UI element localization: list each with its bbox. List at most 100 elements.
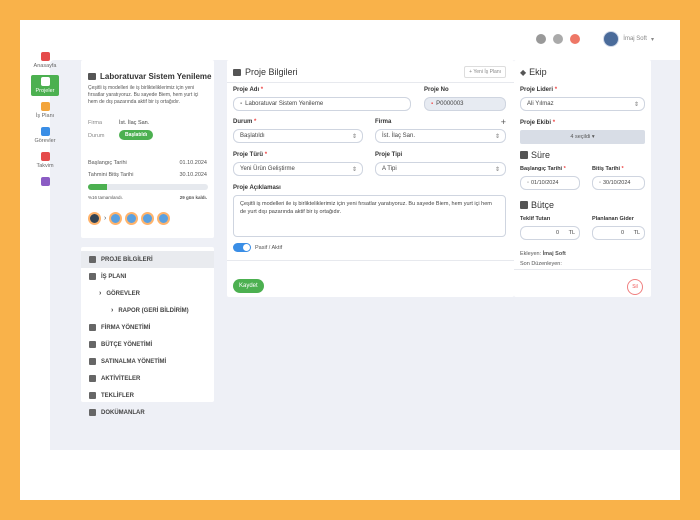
durum-label: Durum: [88, 133, 105, 139]
proje-adi-value: Laboratuvar Sistem Yenileme: [245, 101, 324, 107]
briefcase-icon: [89, 256, 96, 263]
bas-label: Başlangıç Tarihi: [520, 166, 563, 172]
lider-value: Ali Yılmaz: [527, 101, 554, 107]
sure-title: Süre: [531, 150, 551, 160]
menu-label: RAPOR (GERİ BİLDİRİM): [118, 307, 189, 314]
nav-item-home[interactable]: Anasayfa: [31, 50, 59, 71]
team-member-avatar: [141, 212, 155, 225]
proje-no-value: P0000003: [436, 101, 464, 107]
proje-no-input[interactable]: ▪ P0000003: [424, 97, 506, 111]
team-icon: ◆: [520, 67, 527, 77]
help-icon[interactable]: [553, 34, 563, 44]
bit-date-input[interactable]: ▫ 30/10/2024: [592, 176, 645, 190]
calendar-icon: ▫: [527, 180, 529, 186]
durum-value: Başlatıldı: [240, 133, 265, 139]
top-bar: İmaj Soft ▾: [20, 20, 680, 60]
menu-item-is-plani[interactable]: İŞ PLANI: [81, 268, 214, 285]
new-plan-button[interactable]: + Yeni İş Planı: [464, 66, 506, 78]
divider: [514, 269, 651, 270]
active-toggle[interactable]: [233, 243, 251, 252]
menu-item-gorevler[interactable]: › GÖREVLER: [81, 285, 214, 302]
divider: [227, 82, 514, 83]
menu-label: DOKÜMANLAR: [101, 409, 145, 416]
workplan-icon: [40, 102, 50, 111]
durum-select[interactable]: Başlatıldı ⇕: [233, 129, 363, 143]
projects-icon: [40, 77, 50, 86]
summary-description: Çeşitli iş modelleri ile iş birliktelikl…: [88, 85, 199, 105]
menu-item-rapor[interactable]: › RAPOR (GERİ BİLDİRİM): [81, 302, 214, 319]
add-firma-icon[interactable]: +: [501, 117, 506, 127]
team-member-avatar: [157, 212, 171, 225]
menu-item-dokumanlar[interactable]: DOKÜMANLAR: [81, 404, 214, 421]
user-name: İmaj Soft: [623, 36, 647, 42]
nav-item-workplan[interactable]: İş Planı: [31, 100, 59, 121]
menu-item-teklifler[interactable]: TEKLİFLER: [81, 387, 214, 404]
nav-item-users[interactable]: [31, 175, 59, 190]
briefcase-icon: ▪: [240, 101, 243, 107]
project-summary-panel: Laboratuvar Sistem Yenileme Çeşitli iş m…: [81, 60, 214, 238]
menu-label: AKTİVİTELER: [101, 375, 141, 382]
menu-item-proje-bilgileri[interactable]: PROJE BİLGİLERİ: [81, 251, 214, 268]
ekibi-select[interactable]: 4 seçildi ▾: [520, 130, 645, 144]
briefcase-icon: [233, 68, 241, 76]
bas-date-input[interactable]: ▫ 01/10/2024: [520, 176, 580, 190]
team-leader-avatar: [88, 212, 101, 225]
folder-icon: [89, 392, 96, 399]
save-button[interactable]: Kaydet: [233, 279, 264, 293]
progress-fill: [88, 184, 108, 190]
tipi-select[interactable]: A Tipi ⇕: [375, 162, 506, 176]
building-icon: [89, 324, 96, 331]
summary-title: Laboratuvar Sistem Yenileme: [100, 72, 212, 81]
caret-down-icon: ▾: [591, 134, 595, 140]
team-member-avatar: [125, 212, 139, 225]
bit-value: 30/10/2024: [602, 180, 631, 186]
nav-label: Takvim: [36, 163, 54, 169]
teklif-input[interactable]: 0 TL: [520, 226, 580, 240]
bas-value: 01/10/2024: [530, 180, 559, 186]
nav-item-tasks[interactable]: Görevler: [31, 125, 59, 146]
currency: TL: [568, 230, 575, 236]
tipi-label: Proje Tipi: [375, 152, 403, 158]
budget-icon: [89, 341, 96, 348]
proje-adi-label: Proje Adı: [233, 87, 260, 93]
home-icon: [40, 52, 50, 61]
aciklama-textarea[interactable]: Çeşitli iş modelleri ile iş birliktelikl…: [233, 195, 506, 237]
menu-label: FİRMA YÖNETİMİ: [101, 324, 151, 331]
menu-label: GÖREVLER: [106, 290, 141, 297]
menu-item-aktiviteler[interactable]: AKTİVİTELER: [81, 370, 214, 387]
firma-select[interactable]: İst. İlaç San. ⇕: [375, 129, 506, 143]
nav-label: Anasayfa: [33, 63, 57, 69]
calendar-icon: [40, 152, 50, 161]
notification-icon[interactable]: [570, 34, 580, 44]
butce-title: Bütçe: [531, 200, 555, 210]
progress-text: %16 tamamlandı.: [88, 195, 124, 200]
chevron-down-icon: ▾: [650, 36, 654, 43]
aciklama-label: Proje Açıklaması: [233, 185, 281, 191]
turu-select[interactable]: Yeni Ürün Geliştirme ⇕: [233, 162, 363, 176]
delete-button[interactable]: Sil: [627, 279, 643, 295]
planlanan-input[interactable]: 0 TL: [592, 226, 645, 240]
side-nav: Anasayfa Projeler İş Planı Görevler Takv…: [31, 50, 59, 194]
firma-label: Firma: [88, 120, 103, 126]
user-menu[interactable]: İmaj Soft ▾: [603, 31, 654, 47]
progress-bar: [88, 184, 208, 190]
nav-item-calendar[interactable]: Takvim: [31, 150, 59, 171]
lider-label: Proje Lideri: [520, 87, 554, 93]
calendar-icon: [520, 151, 528, 159]
document-icon: [89, 409, 96, 416]
menu-item-satinalma[interactable]: SATINALMA YÖNETİMİ: [81, 353, 214, 370]
ekibi-label: Proje Ekibi: [520, 120, 552, 126]
proje-adi-input[interactable]: ▪ Laboratuvar Sistem Yenileme: [233, 97, 411, 111]
avatar: [603, 31, 620, 47]
select-arrow-icon: ⇕: [351, 167, 357, 173]
menu-item-butce[interactable]: BÜTÇE YÖNETİMİ: [81, 336, 214, 353]
menu-item-firma[interactable]: FİRMA YÖNETİMİ: [81, 319, 214, 336]
planlanan-value: 0: [620, 230, 624, 236]
basket-icon: [89, 358, 96, 365]
ekleyen-value: İmaj Soft: [542, 251, 566, 257]
select-arrow-icon: ⇕: [494, 134, 500, 140]
settings-icon[interactable]: [536, 34, 546, 44]
nav-item-projects[interactable]: Projeler: [31, 75, 59, 96]
lider-select[interactable]: Ali Yılmaz ⇕: [520, 97, 645, 111]
chevron-right-icon: ›: [99, 290, 102, 297]
